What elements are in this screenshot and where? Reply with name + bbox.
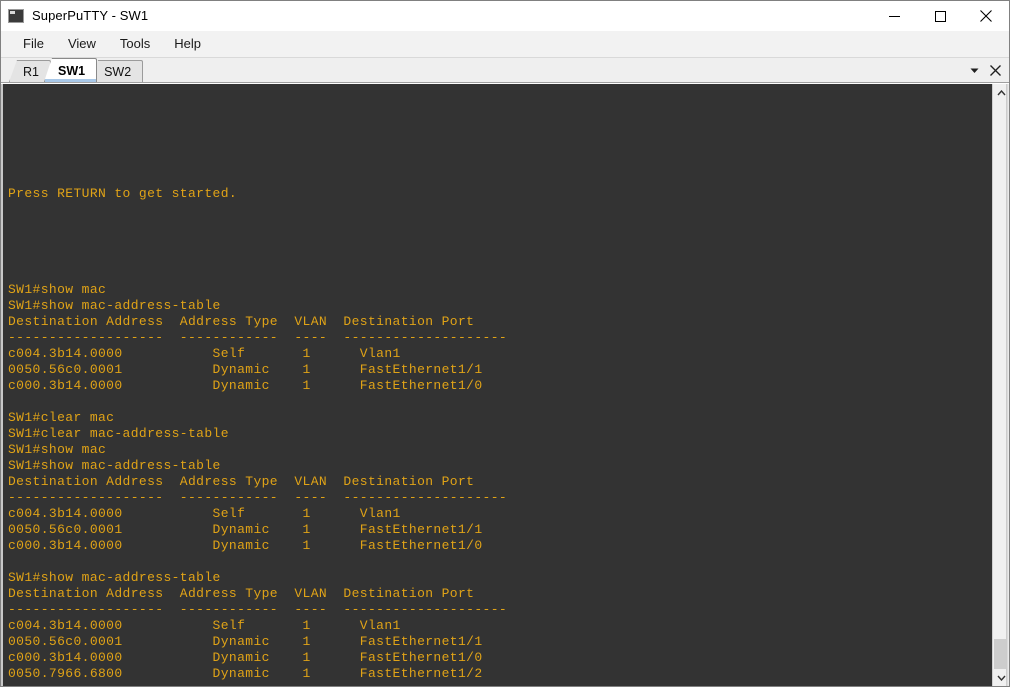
scrollbar-thumb[interactable] bbox=[994, 639, 1008, 670]
scrollbar-up-arrow-icon[interactable] bbox=[993, 84, 1009, 101]
tab-close-icon[interactable] bbox=[986, 61, 1005, 80]
terminal-area: Press RETURN to get started. SW1#show ma… bbox=[1, 83, 1009, 686]
window-title: SuperPuTTY - SW1 bbox=[32, 8, 149, 23]
menu-item-help[interactable]: Help bbox=[162, 31, 213, 57]
tab-strip: R1 SW1 SW2 bbox=[1, 58, 1009, 83]
maximize-button[interactable] bbox=[917, 1, 963, 31]
tab-sw2[interactable]: SW2 bbox=[90, 60, 144, 82]
scrollbar-down-arrow-icon[interactable] bbox=[993, 669, 1009, 686]
application-window: SuperPuTTY - SW1 File View Tools Help R1… bbox=[0, 0, 1010, 687]
terminal-text: Press RETURN to get started. SW1#show ma… bbox=[8, 186, 508, 681]
tab-label: SW1 bbox=[57, 63, 86, 78]
tab-label: R1 bbox=[23, 64, 39, 79]
tab-r1[interactable]: R1 bbox=[9, 60, 51, 82]
title-bar[interactable]: SuperPuTTY - SW1 bbox=[1, 1, 1009, 31]
menu-item-tools[interactable]: Tools bbox=[108, 31, 162, 57]
minimize-button[interactable] bbox=[871, 1, 917, 31]
tab-strip-tools bbox=[965, 61, 1005, 80]
tab-label: SW2 bbox=[104, 64, 132, 79]
window-controls bbox=[871, 1, 1009, 31]
close-button[interactable] bbox=[963, 1, 1009, 31]
menu-bar: File View Tools Help bbox=[1, 31, 1009, 58]
scrollbar-track[interactable] bbox=[993, 101, 1009, 669]
console-icon bbox=[8, 9, 24, 23]
tab-sw1[interactable]: SW1 bbox=[43, 58, 98, 82]
menu-item-view[interactable]: View bbox=[56, 31, 108, 57]
terminal-scrollbar[interactable] bbox=[992, 84, 1009, 686]
chevron-down-icon[interactable] bbox=[965, 61, 984, 80]
menu-item-file[interactable]: File bbox=[11, 31, 56, 57]
terminal-output[interactable]: Press RETURN to get started. SW1#show ma… bbox=[1, 84, 992, 686]
